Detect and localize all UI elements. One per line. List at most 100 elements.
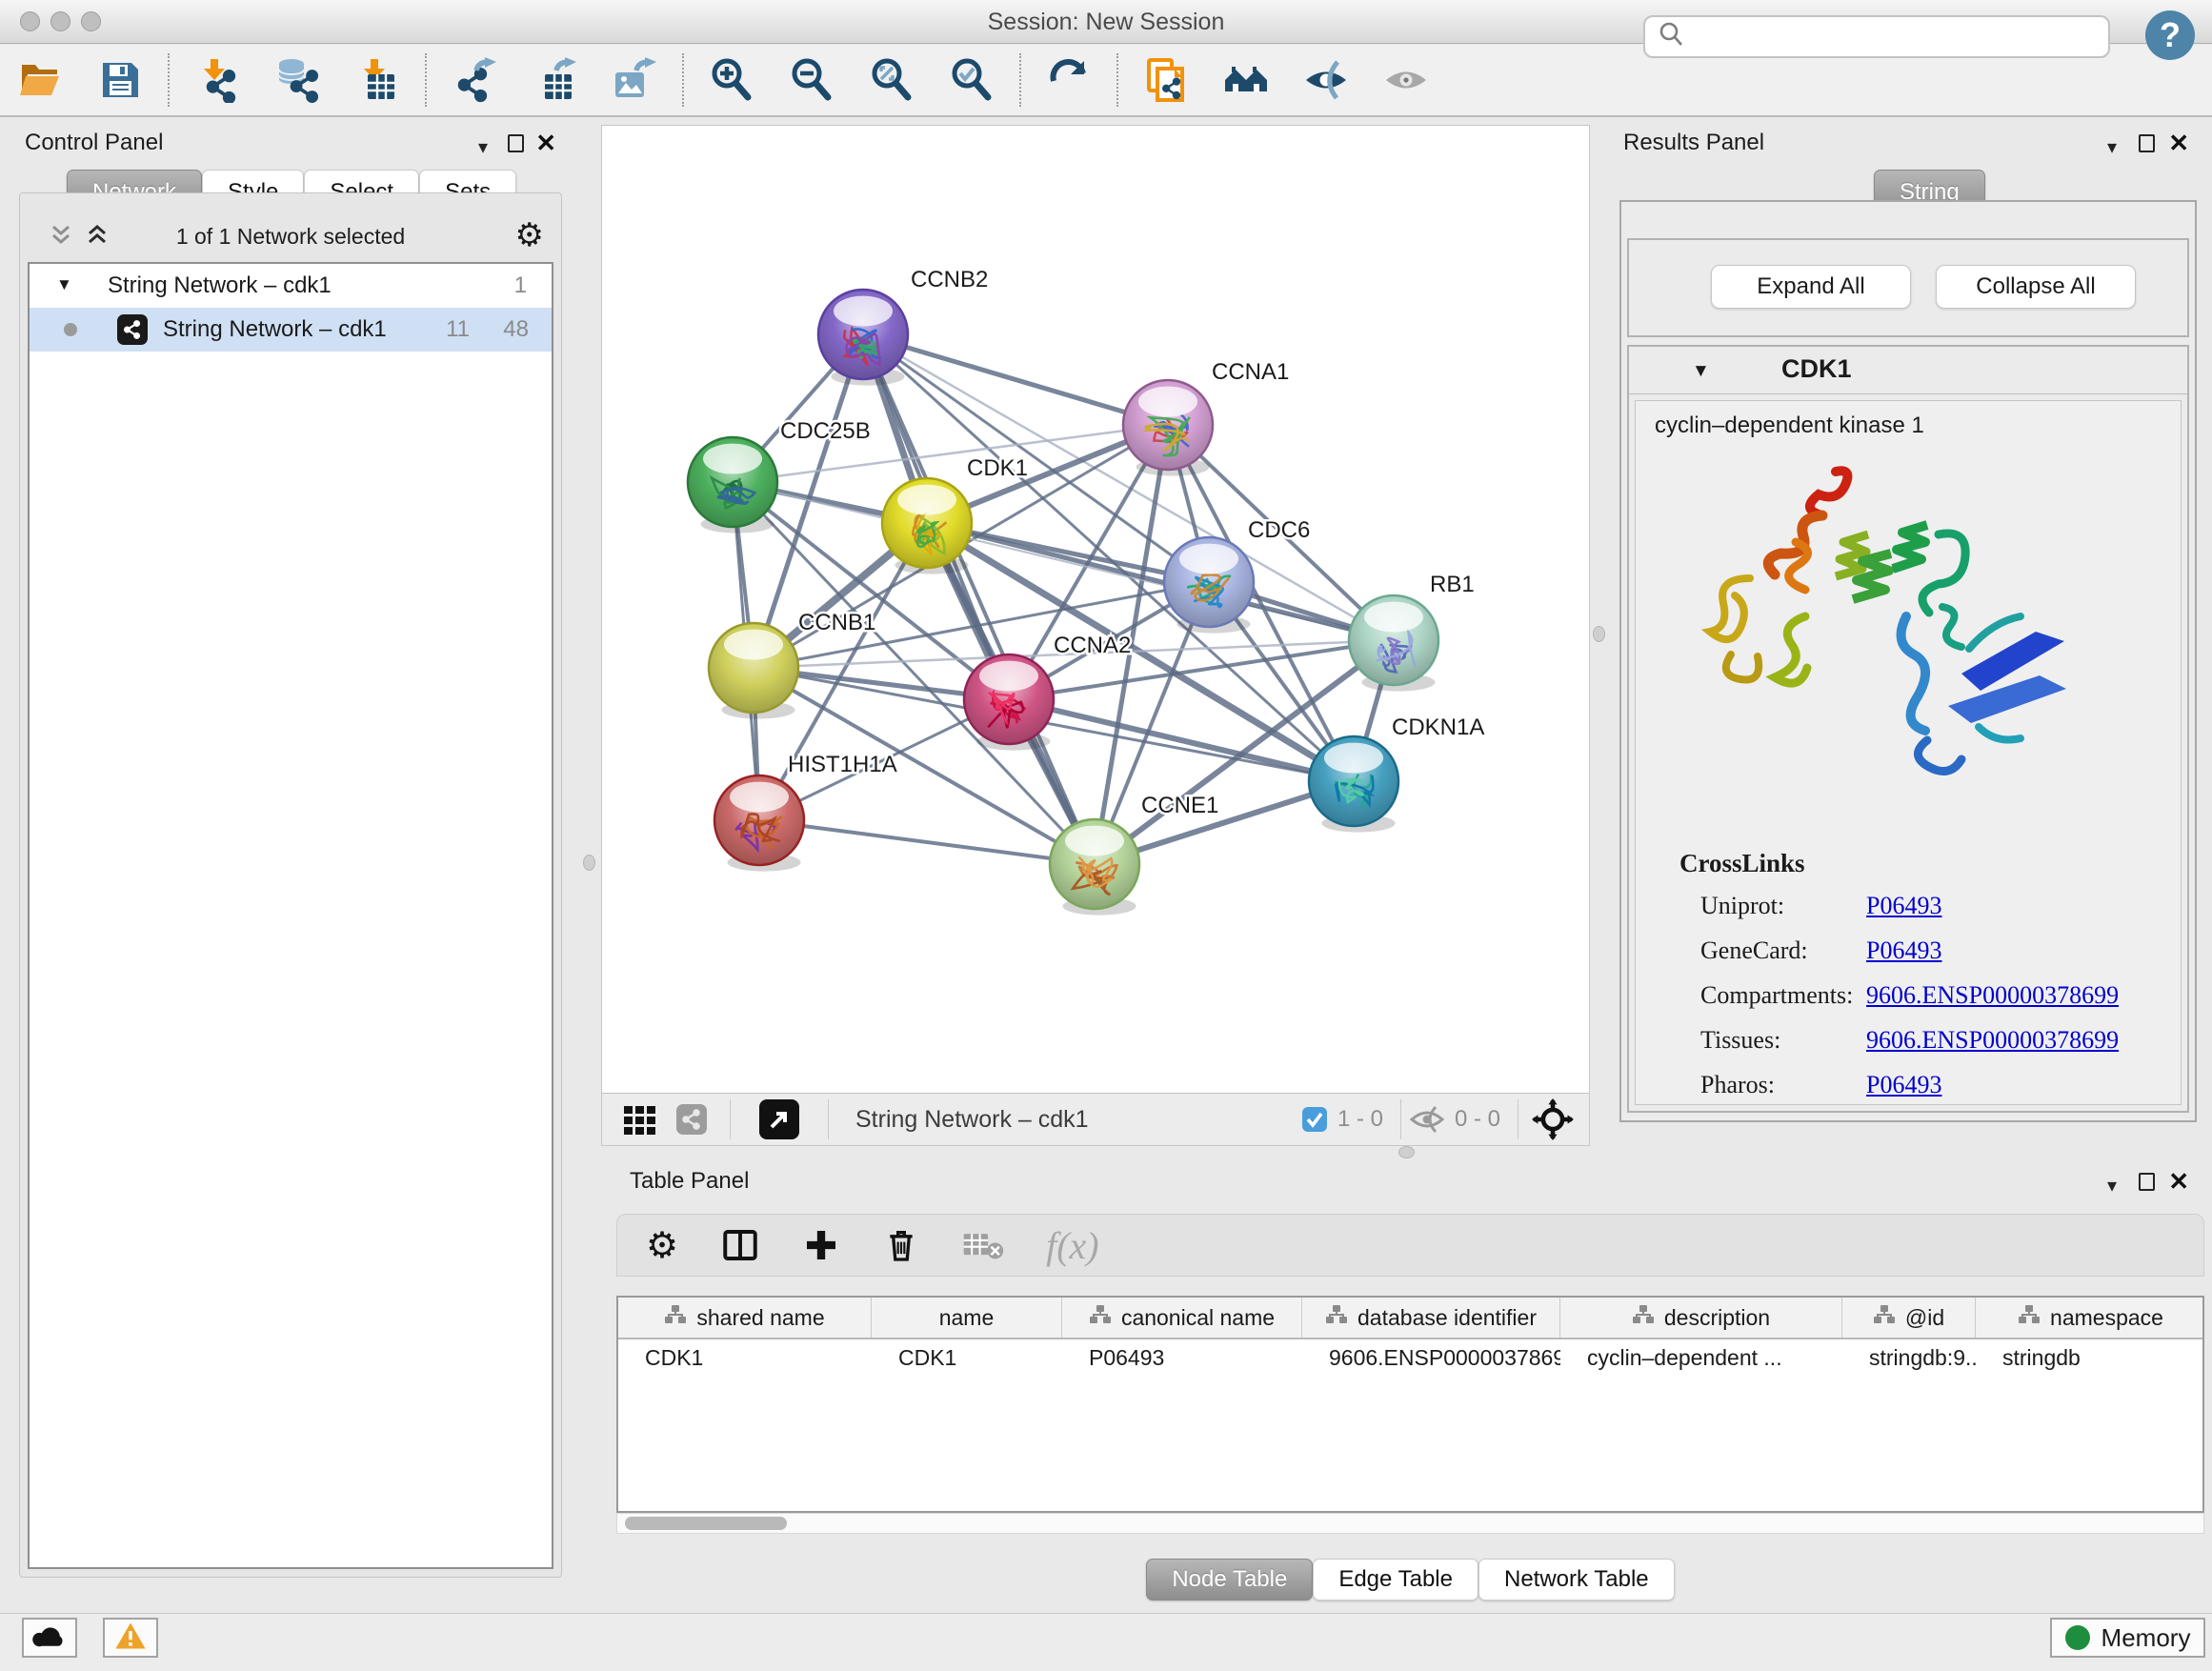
bottom-splitter-handle[interactable] <box>1398 1146 1415 1158</box>
tab-node-table[interactable]: Node Table <box>1146 1559 1313 1601</box>
crosslink-link[interactable]: P06493 <box>1866 892 1941 920</box>
edge-HIST1H1A-CCNE1[interactable] <box>759 820 1095 864</box>
delete-column-icon[interactable] <box>882 1226 920 1264</box>
crosslink-link[interactable]: P06493 <box>1866 936 1941 965</box>
show-all-icon[interactable] <box>1381 55 1431 105</box>
memory-button[interactable]: Memory <box>2050 1618 2205 1658</box>
panel-menu-icon[interactable]: ▾ <box>478 135 488 159</box>
warning-status-button[interactable] <box>103 1618 158 1658</box>
hidden-eye-icon[interactable] <box>1409 1105 1445 1134</box>
column-header-canonical-name[interactable]: canonical name <box>1062 1298 1302 1338</box>
search-box[interactable] <box>1643 15 2110 58</box>
close-panel-icon[interactable]: ✕ <box>2168 129 2189 158</box>
crosslink-link[interactable]: 9606.ENSP00000378699 <box>1866 1026 2119 1055</box>
grid-view-icon[interactable] <box>621 1100 659 1138</box>
table-h-scrollbar[interactable] <box>616 1513 2204 1534</box>
crosslink-row: Compartments:9606.ENSP00000378699 <box>1679 981 2162 1010</box>
search-input[interactable] <box>1685 25 2085 50</box>
crosshair-icon[interactable] <box>1532 1098 1574 1140</box>
tab-network-table[interactable]: Network Table <box>1478 1559 1675 1601</box>
float-panel-icon[interactable] <box>508 134 524 152</box>
panel-menu-icon[interactable]: ▾ <box>2107 1174 2117 1198</box>
edge-CCNB2-CCNE1[interactable] <box>863 334 1095 864</box>
node-label-CDC25B: CDC25B <box>780 418 871 444</box>
column-header-database-identifier[interactable]: database identifier <box>1302 1298 1560 1338</box>
float-panel-icon[interactable] <box>2139 134 2155 152</box>
protein-header[interactable]: ▼ CDK1 <box>1629 347 2187 394</box>
node-CCNB2[interactable]: CCNB2 <box>818 267 988 386</box>
collection-count: 1 <box>514 272 527 299</box>
zoom-fit-icon[interactable] <box>867 55 916 105</box>
table-cell[interactable]: CDK1 <box>872 1339 1062 1378</box>
control-panel-title: Control Panel <box>25 130 163 156</box>
edge-CCNB2-CCNA1[interactable] <box>863 334 1168 425</box>
table-cell[interactable]: stringdb:9... <box>1842 1339 1976 1378</box>
table-cell[interactable]: 9606.ENSP00000378699 <box>1302 1339 1560 1378</box>
cloud-status-button[interactable] <box>22 1618 77 1658</box>
expand-all-button[interactable]: Expand All <box>1711 265 1911 309</box>
clone-network-icon[interactable] <box>1141 55 1191 105</box>
export-image-icon[interactable] <box>610 55 659 105</box>
node-label-CCNE1: CCNE1 <box>1141 793 1218 818</box>
table-row[interactable]: CDK1CDK1P064939606.ENSP00000378699cyclin… <box>618 1339 2202 1378</box>
crosslink-link[interactable]: 9606.ENSP00000378699 <box>1866 981 2119 1010</box>
import-table-icon[interactable] <box>352 55 402 105</box>
network-view-title: String Network – cdk1 <box>855 1106 1089 1134</box>
network-canvas[interactable]: CCNB2CCNA1CDC25BCDK1CDC6RB1CCNB1CCNA2CDK… <box>602 126 1589 1093</box>
node-CDK1[interactable]: CDK1 <box>882 455 1028 574</box>
column-header--id[interactable]: @id <box>1842 1298 1976 1338</box>
network-icon[interactable] <box>676 1104 707 1135</box>
panel-menu-icon[interactable]: ▾ <box>2107 135 2117 159</box>
show-columns-icon[interactable] <box>720 1225 760 1265</box>
first-neighbors-icon[interactable] <box>1221 55 1271 105</box>
protein-section: ▼ CDK1 cyclin–dependent kinase 1 <box>1627 345 2189 1113</box>
node-CDKN1A[interactable]: CDKN1A <box>1309 715 1484 833</box>
scrollbar-thumb[interactable] <box>625 1517 787 1530</box>
left-splitter-handle[interactable] <box>583 855 595 871</box>
node-RB1[interactable]: RB1 <box>1349 572 1475 692</box>
disclosure-triangle-icon[interactable]: ▼ <box>1692 361 1710 382</box>
zoom-in-icon[interactable] <box>707 55 756 105</box>
network-collection-row[interactable]: ▼ String Network – cdk1 1 <box>30 264 552 308</box>
help-button[interactable]: ? <box>2145 10 2195 60</box>
node-label-CCNB2: CCNB2 <box>911 267 988 292</box>
refresh-icon[interactable] <box>1044 55 1094 105</box>
crosslink-link[interactable]: P06493 <box>1866 1071 1941 1099</box>
tab-edge-table[interactable]: Edge Table <box>1313 1559 1478 1601</box>
gear-icon[interactable]: ⚙ <box>515 216 544 254</box>
zoom-selected-icon[interactable] <box>947 55 996 105</box>
memory-label: Memory <box>2101 1623 2191 1653</box>
disclosure-triangle-icon[interactable]: ▼ <box>56 275 72 294</box>
column-header-description[interactable]: description <box>1560 1298 1842 1338</box>
save-icon[interactable] <box>95 55 145 105</box>
table-cell[interactable]: stringdb <box>1976 1339 2204 1378</box>
network-row[interactable]: String Network – cdk1 11 48 <box>30 308 552 352</box>
table-cell[interactable]: cyclin–dependent ... <box>1560 1339 1842 1378</box>
node-CCNA1[interactable]: CCNA1 <box>1123 359 1289 476</box>
import-network-icon[interactable] <box>192 55 242 105</box>
float-panel-icon[interactable] <box>2139 1173 2155 1191</box>
detach-view-icon[interactable] <box>759 1099 799 1139</box>
column-header-namespace[interactable]: namespace <box>1976 1298 2204 1338</box>
node-HIST1H1A[interactable]: HIST1H1A <box>714 752 897 872</box>
node-CCNE1[interactable]: CCNE1 <box>1050 793 1218 916</box>
table-cell[interactable]: CDK1 <box>618 1339 872 1378</box>
column-header-name[interactable]: name <box>872 1298 1062 1338</box>
open-folder-icon[interactable] <box>15 55 65 105</box>
collapse-all-button[interactable]: Collapse All <box>1936 265 2136 309</box>
column-header-shared-name[interactable]: shared name <box>618 1298 872 1338</box>
close-panel-icon[interactable]: ✕ <box>2168 1167 2189 1197</box>
import-database-icon[interactable] <box>272 55 322 105</box>
export-network-icon[interactable] <box>450 55 499 105</box>
zoom-out-icon[interactable] <box>787 55 836 105</box>
cloud-icon <box>32 1623 67 1653</box>
table-settings-gear-icon[interactable]: ⚙ <box>646 1224 678 1267</box>
right-splitter-handle[interactable] <box>1593 626 1605 642</box>
hide-selected-icon[interactable] <box>1301 55 1351 105</box>
crosslink-row: Pharos:P06493 <box>1679 1071 2162 1099</box>
table-cell[interactable]: P06493 <box>1062 1339 1302 1378</box>
export-table-icon[interactable] <box>530 55 579 105</box>
add-column-icon[interactable] <box>802 1226 840 1264</box>
selected-checkbox-icon[interactable] <box>1301 1106 1328 1133</box>
close-panel-icon[interactable]: ✕ <box>535 129 556 158</box>
